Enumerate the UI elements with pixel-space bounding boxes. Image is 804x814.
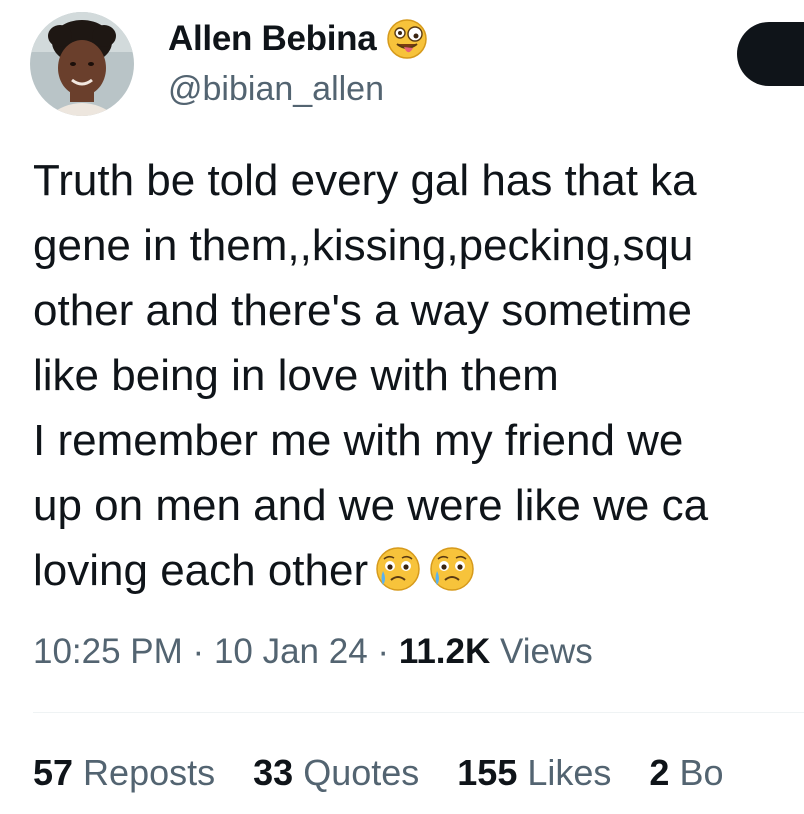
likes-count: 155 <box>457 752 518 793</box>
reposts-stat[interactable]: 57 Reposts <box>33 752 215 793</box>
likes-stat[interactable]: 155 Likes <box>457 752 611 793</box>
tweet-line: Truth be told every gal has that ka <box>33 156 697 205</box>
tweet-line-last: loving each other <box>33 538 804 603</box>
tweet-line: up on men and we were like we ca <box>33 481 709 530</box>
tweet-text: Truth be told every gal has that ka gene… <box>33 148 804 603</box>
tweet-date[interactable]: 10 Jan 24 <box>214 632 368 671</box>
avatar[interactable] <box>30 12 134 116</box>
tweet-line: I remember me with my friend we <box>33 416 684 465</box>
follow-button[interactable] <box>737 22 804 86</box>
views-count: 11.2K <box>398 632 491 671</box>
avatar-image <box>30 12 134 116</box>
meta-separator: · <box>377 632 390 671</box>
user-handle[interactable]: @bibian_allen <box>168 70 384 109</box>
quotes-count: 33 <box>253 752 294 793</box>
crying-face-icon <box>374 545 422 593</box>
bookmarks-label: Bo <box>679 752 724 793</box>
tweet-line: like being in love with them <box>33 351 559 400</box>
quotes-label: Quotes <box>303 752 420 793</box>
quotes-stat[interactable]: 33 Quotes <box>253 752 419 793</box>
tweet-line: gene in them,,kissing,pecking,squ <box>33 221 694 270</box>
zany-face-icon <box>386 18 428 60</box>
meta-separator: · <box>192 632 205 671</box>
tweet-line-text: loving each other <box>33 546 369 595</box>
tweet-time[interactable]: 10:25 PM <box>33 632 183 671</box>
bookmarks-stat[interactable]: 2 Bo <box>649 752 723 793</box>
crying-face-icon <box>428 545 476 593</box>
views-label: Views <box>500 632 593 671</box>
engagement-stats: 57 Reposts 33 Quotes 155 Likes 2 Bo <box>33 752 752 794</box>
tweet-detail: Allen Bebina @bibian_allen Truth be told… <box>0 0 804 814</box>
divider <box>33 712 804 713</box>
tweet-meta: 10:25 PM · 10 Jan 24 · 11.2K Views <box>33 632 593 672</box>
display-name[interactable]: Allen Bebina <box>168 18 428 60</box>
tweet-line: other and there's a way sometime <box>33 286 692 335</box>
reposts-count: 57 <box>33 752 74 793</box>
likes-label: Likes <box>527 752 612 793</box>
reposts-label: Reposts <box>83 752 216 793</box>
bookmarks-count: 2 <box>649 752 670 793</box>
display-name-text: Allen Bebina <box>168 19 377 58</box>
